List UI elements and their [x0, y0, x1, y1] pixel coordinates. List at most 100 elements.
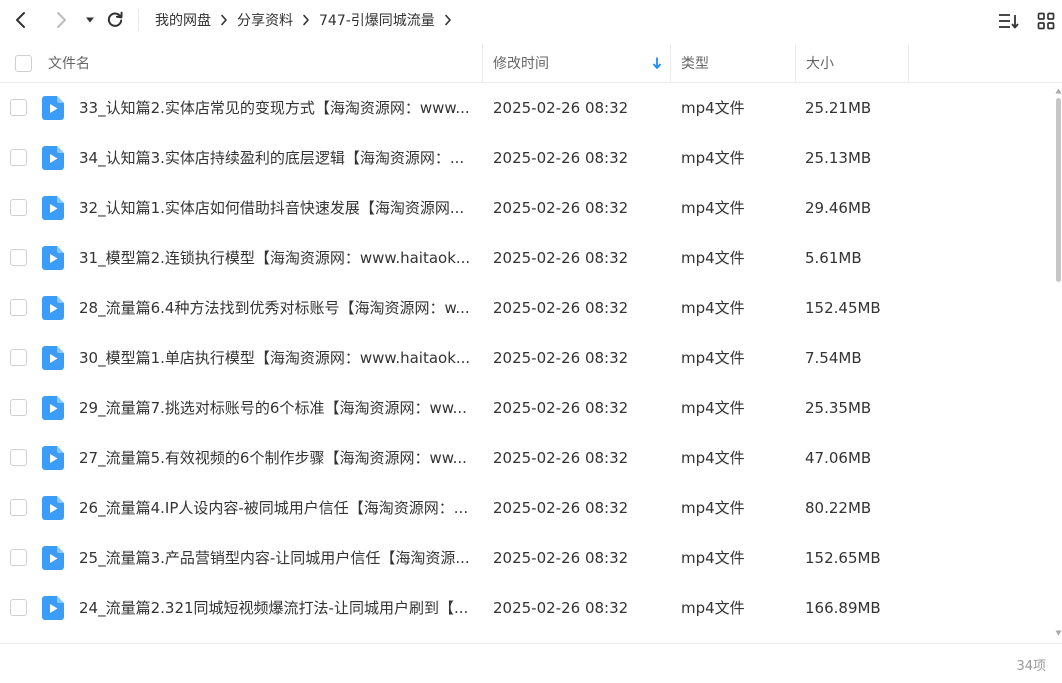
sort-descending-icon[interactable] [651, 56, 663, 70]
row-checkbox[interactable] [10, 499, 27, 516]
sort-list-icon [999, 14, 1019, 29]
column-divider[interactable] [795, 44, 796, 82]
column-header-name[interactable]: 文件名 [48, 44, 90, 82]
file-modified-time: 2025-02-26 08:32 [493, 599, 629, 617]
row-checkbox[interactable] [10, 299, 27, 316]
scrollbar-thumb[interactable] [1056, 98, 1061, 282]
file-size: 152.65MB [805, 549, 881, 567]
forward-button[interactable] [49, 8, 73, 32]
breadcrumb-item-my-drive[interactable]: 我的网盘 [155, 10, 211, 30]
file-row[interactable]: 31_模型篇2.连锁执行模型【海淘资源网：www.haitaok... 2025… [0, 233, 1056, 283]
video-file-icon [42, 446, 64, 470]
file-modified-time: 2025-02-26 08:32 [493, 249, 629, 267]
column-divider[interactable] [670, 44, 671, 82]
file-type: mp4文件 [681, 249, 745, 267]
scroll-down-arrow-icon[interactable] [1055, 630, 1062, 636]
file-name: 31_模型篇2.连锁执行模型【海淘资源网：www.haitaok... [79, 249, 471, 267]
video-file-icon [42, 196, 64, 220]
video-file-icon [42, 96, 64, 120]
breadcrumb-item-current-folder[interactable]: 747-引爆同城流量 [319, 10, 435, 30]
file-size: 166.89MB [805, 599, 881, 617]
row-checkbox[interactable] [10, 399, 27, 416]
file-size: 47.06MB [805, 449, 872, 467]
file-row[interactable]: 29_流量篇7.挑选对标账号的6个标准【海淘资源网：ww... 2025-02-… [0, 383, 1056, 433]
file-type: mp4文件 [681, 499, 745, 517]
row-checkbox[interactable] [10, 599, 27, 616]
refresh-button[interactable] [103, 8, 127, 32]
file-name: 32_认知篇1.实体店如何借助抖音快速发展【海淘资源网... [79, 199, 465, 217]
file-list-header: 文件名 修改时间 类型 大小 [0, 44, 1062, 83]
file-modified-time: 2025-02-26 08:32 [493, 149, 629, 167]
grid-view-button[interactable] [1034, 9, 1058, 33]
file-size: 29.46MB [805, 199, 872, 217]
scrollbar-track[interactable] [1056, 98, 1061, 626]
breadcrumb-chevron-icon [211, 10, 237, 30]
column-header-size[interactable]: 大小 [806, 44, 834, 82]
breadcrumb-chevron-icon[interactable] [435, 10, 461, 30]
file-row[interactable]: 28_流量篇6.4种方法找到优秀对标账号【海淘资源网：w... 2025-02-… [0, 283, 1056, 333]
video-file-icon [42, 146, 64, 170]
column-header-modified[interactable]: 修改时间 [493, 44, 549, 82]
file-modified-time: 2025-02-26 08:32 [493, 99, 629, 117]
column-header-type[interactable]: 类型 [681, 44, 709, 82]
file-size: 25.21MB [805, 99, 872, 117]
file-modified-time: 2025-02-26 08:32 [493, 299, 629, 317]
file-modified-time: 2025-02-26 08:32 [493, 349, 629, 367]
video-file-icon [42, 496, 64, 520]
row-checkbox[interactable] [10, 249, 27, 266]
row-checkbox[interactable] [10, 549, 27, 566]
file-name: 26_流量篇4.IP人设内容-被同城用户信任【海淘资源网：... [79, 499, 469, 517]
file-name: 27_流量篇5.有效视频的6个制作步骤【海淘资源网：ww... [79, 449, 467, 467]
row-checkbox[interactable] [10, 199, 27, 216]
file-size: 25.13MB [805, 149, 872, 167]
grid-view-icon [1037, 12, 1055, 30]
file-row[interactable]: 26_流量篇4.IP人设内容-被同城用户信任【海淘资源网：... 2025-02… [0, 483, 1056, 533]
file-row[interactable]: 34_认知篇3.实体店持续盈利的底层逻辑【海淘资源网：... 2025-02-2… [0, 133, 1056, 183]
history-dropdown-button[interactable] [78, 8, 102, 32]
sort-button[interactable] [997, 9, 1021, 33]
file-name: 29_流量篇7.挑选对标账号的6个标准【海淘资源网：ww... [79, 399, 467, 417]
back-button[interactable] [9, 8, 33, 32]
toolbar-divider [138, 9, 139, 31]
row-checkbox[interactable] [10, 149, 27, 166]
file-modified-time: 2025-02-26 08:32 [493, 199, 629, 217]
file-type: mp4文件 [681, 99, 745, 117]
file-type: mp4文件 [681, 599, 745, 617]
row-checkbox[interactable] [10, 449, 27, 466]
breadcrumb-item-shared[interactable]: 分享资料 [237, 10, 293, 30]
video-file-icon [42, 246, 64, 270]
file-modified-time: 2025-02-26 08:32 [493, 399, 629, 417]
file-type: mp4文件 [681, 149, 745, 167]
row-checkbox[interactable] [10, 349, 27, 366]
video-file-icon [42, 296, 64, 320]
scroll-up-arrow-icon[interactable] [1055, 88, 1062, 94]
file-type: mp4文件 [681, 449, 745, 467]
video-file-icon [42, 546, 64, 570]
file-type: mp4文件 [681, 199, 745, 217]
vertical-scrollbar[interactable] [1055, 88, 1062, 636]
file-row[interactable]: 27_流量篇5.有效视频的6个制作步骤【海淘资源网：ww... 2025-02-… [0, 433, 1056, 483]
chevron-left-icon [16, 12, 25, 28]
item-count: 34项 [1016, 659, 1046, 674]
video-file-icon [42, 346, 64, 370]
caret-down-icon [86, 17, 94, 23]
file-name: 24_流量篇2.321同城短视频爆流打法-让同城用户刷到【... [79, 599, 469, 617]
row-checkbox[interactable] [10, 99, 27, 116]
file-type: mp4文件 [681, 399, 745, 417]
file-name: 28_流量篇6.4种方法找到优秀对标账号【海淘资源网：w... [79, 299, 470, 317]
column-divider[interactable] [482, 44, 483, 82]
top-navigation-bar: 我的网盘 分享资料 747-引爆同城流量 [0, 0, 1062, 40]
video-file-icon [42, 596, 64, 620]
breadcrumb: 我的网盘 分享资料 747-引爆同城流量 [155, 0, 461, 40]
file-row[interactable]: 24_流量篇2.321同城短视频爆流打法-让同城用户刷到【... 2025-02… [0, 583, 1056, 633]
file-row[interactable]: 25_流量篇3.产品营销型内容-让同城用户信任【海淘资源... 2025-02-… [0, 533, 1056, 583]
file-row[interactable]: 33_认知篇2.实体店常见的变现方式【海淘资源网：www.... 2025-02… [0, 83, 1056, 133]
select-all-cell [15, 44, 32, 82]
view-tools [984, 9, 1058, 33]
file-modified-time: 2025-02-26 08:32 [493, 549, 629, 567]
select-all-checkbox[interactable] [15, 54, 32, 72]
file-row[interactable]: 30_模型篇1.单店执行模型【海淘资源网：www.haitaok... 2025… [0, 333, 1056, 383]
file-row[interactable]: 32_认知篇1.实体店如何借助抖音快速发展【海淘资源网... 2025-02-2… [0, 183, 1056, 233]
column-divider[interactable] [908, 44, 909, 82]
chevron-right-icon [57, 12, 66, 28]
